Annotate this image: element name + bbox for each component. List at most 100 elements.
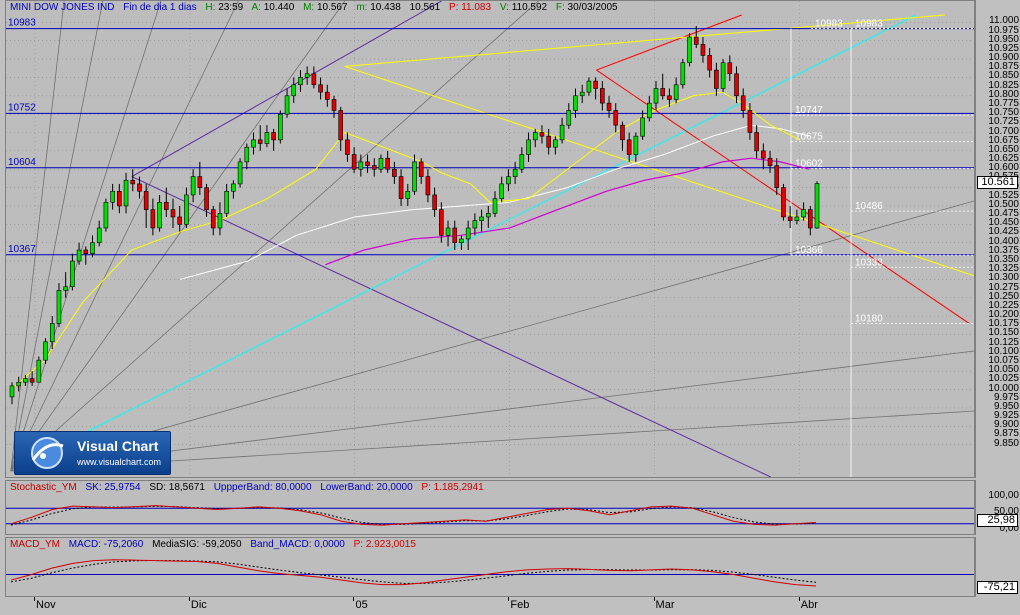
candle-body xyxy=(506,176,511,185)
candle-body xyxy=(814,183,820,229)
candle-body xyxy=(707,55,712,71)
current-price-box: 10.561 xyxy=(977,175,1018,189)
v-label: V: 110.592 xyxy=(500,2,547,13)
stochastic-panel[interactable]: Stochastic_YM SK: 25,9754 SD: 18,5671 Up… xyxy=(5,480,975,535)
stoch-sd: SD: 18,5671 xyxy=(149,482,205,493)
macd-signal: MediaSIG: -59,2050 xyxy=(152,539,242,550)
p-key: P: xyxy=(448,2,459,13)
price-panel[interactable]: 10983 10752 10604 10367 10983 10983 10747 10675… xyxy=(5,0,975,478)
candle-body xyxy=(546,135,551,148)
candle-body xyxy=(365,161,370,166)
candle-body xyxy=(767,157,773,166)
candle-body xyxy=(224,190,229,214)
m-value: 10.567 xyxy=(316,2,348,13)
candle-body xyxy=(512,168,518,177)
candle-body xyxy=(23,378,28,383)
candle-body xyxy=(761,150,766,159)
f-key: F: xyxy=(555,2,565,13)
high-label: H: 23:59 xyxy=(205,2,243,13)
chart-window: 10983 10752 10604 10367 10983 10983 10747 10675… xyxy=(0,0,1020,615)
price-axis[interactable]: 11.000 10.975 10.950 10.925 10.900 10.875 10.8… xyxy=(975,0,1020,478)
fib-level-label: 10983 xyxy=(855,19,883,30)
fib-level-label: 10602 xyxy=(795,158,823,169)
candle-body xyxy=(345,139,350,155)
candle-body xyxy=(392,168,397,177)
candle-body xyxy=(63,286,68,291)
candle-body xyxy=(83,249,89,254)
candle-body xyxy=(754,132,759,152)
candle-body xyxy=(492,198,498,214)
candle-body xyxy=(566,110,572,126)
fib-level-label: 10983 xyxy=(815,19,843,30)
candle-body xyxy=(412,161,417,192)
candle-body xyxy=(801,209,806,218)
candle-body xyxy=(338,110,344,141)
f-value: 30/03/2005 xyxy=(567,2,618,13)
candle-body xyxy=(385,157,390,170)
fan-line xyxy=(10,1,65,472)
macd-panel[interactable]: MACD_YM MACD: -75,2060 MediaSIG: -59,205… xyxy=(5,537,975,597)
candle-body xyxy=(680,62,686,86)
macd-signal-line xyxy=(10,559,817,584)
stoch-lower: LowerBand: 20,0000 xyxy=(320,482,413,493)
candle-body xyxy=(673,84,679,100)
candle-body xyxy=(204,187,209,210)
candle-body xyxy=(318,84,323,93)
candle-body xyxy=(117,190,122,207)
candle-body xyxy=(465,227,471,240)
macd-value: MACD: -75,2060 xyxy=(68,539,144,550)
macd-line xyxy=(10,559,817,587)
stoch-p: P: 1.185,2941 xyxy=(421,482,484,493)
candle-body xyxy=(244,146,250,163)
candle-body xyxy=(324,91,330,100)
candle-body xyxy=(378,157,384,170)
candle-body xyxy=(459,238,464,243)
time-tick-mark xyxy=(508,597,510,601)
level-label: 10367 xyxy=(8,244,36,255)
candle-body xyxy=(740,95,746,111)
candle-body xyxy=(640,117,645,137)
stochastic-axis[interactable]: 100,00 50,00 0,00 25,98 xyxy=(975,480,1020,535)
symbol-label: MINI DOW JONES IND xyxy=(10,2,115,13)
time-tick: Dic xyxy=(190,599,207,611)
candle-body xyxy=(271,132,276,141)
visual-chart-logo: Visual Chart www.visualchart.com xyxy=(14,431,171,475)
level-label: 10604 xyxy=(8,157,36,168)
candle-body xyxy=(600,88,605,104)
logo-title: Visual Chart xyxy=(77,438,159,454)
candle-body xyxy=(620,124,625,141)
candle-body xyxy=(331,99,337,111)
macd-axis[interactable]: -75,21 xyxy=(975,537,1020,597)
candle-body xyxy=(606,102,612,111)
candle-body xyxy=(398,176,404,199)
candle-body xyxy=(700,44,706,56)
price-chart[interactable]: 1098310752106041036710983 109831074710675… xyxy=(6,1,974,477)
candle-body xyxy=(90,242,95,254)
macd-band: Band_MACD: 0,0000 xyxy=(250,539,345,550)
candle-body xyxy=(526,139,531,155)
stochastic-header: Stochastic_YM SK: 25,9754 SD: 18,5671 Up… xyxy=(10,482,490,493)
candle-body xyxy=(720,62,726,89)
candle-body xyxy=(231,183,236,192)
candle-body xyxy=(177,216,183,225)
time-axis[interactable]: Nov Dic 05 Feb Mar Abr xyxy=(5,597,975,615)
candle-body xyxy=(9,385,15,398)
time-tick: Mar xyxy=(655,599,675,611)
macd-p: P: 2.923,0015 xyxy=(353,539,416,550)
candle-body xyxy=(43,341,48,361)
candle-body xyxy=(807,209,813,229)
candle-body xyxy=(586,80,592,93)
candle-body xyxy=(519,154,525,170)
candle-body xyxy=(613,110,619,126)
candle-body xyxy=(197,176,203,188)
candle-body xyxy=(734,73,739,97)
candle-body xyxy=(687,36,692,64)
purple-trendline xyxy=(131,176,771,477)
time-tick-mark xyxy=(798,597,800,601)
macd-current-box: -75,21 xyxy=(977,581,1018,594)
stoch-upper: UppperBand: 80,0000 xyxy=(213,482,312,493)
fan-line xyxy=(10,1,239,472)
fan-line xyxy=(10,1,104,472)
candle-body xyxy=(633,135,639,155)
macd-header: MACD_YM MACD: -75,2060 MediaSIG: -59,205… xyxy=(10,539,422,550)
